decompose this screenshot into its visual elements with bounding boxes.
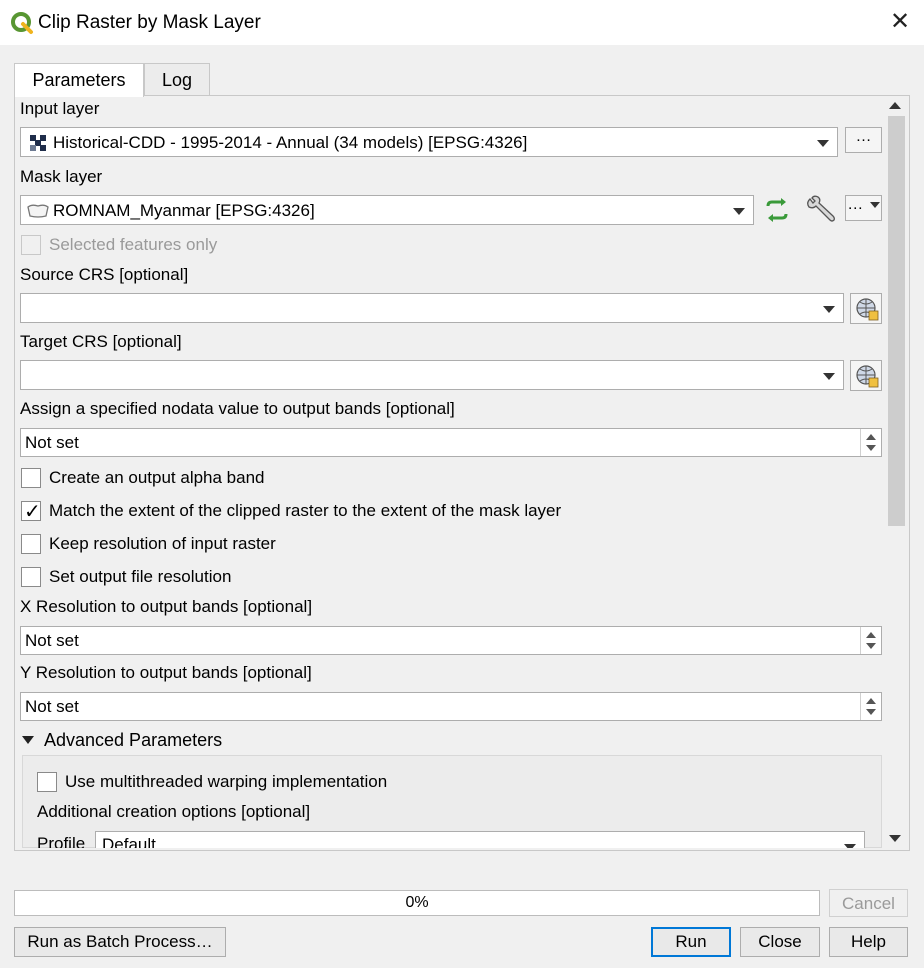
target-crs-label: Target CRS [optional] bbox=[20, 332, 182, 351]
multithread-checkbox[interactable] bbox=[37, 772, 57, 792]
progress-text: 0% bbox=[405, 894, 429, 911]
tab-log[interactable]: Log bbox=[144, 63, 210, 96]
alpha-band-checkbox[interactable] bbox=[21, 468, 41, 488]
qgis-logo-icon bbox=[10, 11, 34, 35]
target-crs-combo[interactable] bbox=[20, 360, 844, 390]
help-button[interactable]: Help bbox=[829, 927, 908, 957]
x-resolution-spinbox[interactable]: Not set bbox=[20, 626, 882, 655]
spin-down-icon bbox=[866, 709, 876, 715]
match-extent-label: Match the extent of the clipped raster t… bbox=[49, 501, 562, 520]
profile-row-clip: Profile Default bbox=[22, 829, 882, 848]
input-layer-label: Input layer bbox=[20, 99, 100, 118]
x-resolution-value: Not set bbox=[25, 631, 79, 650]
chevron-down-icon bbox=[869, 201, 880, 208]
alpha-band-label: Create an output alpha band bbox=[49, 468, 265, 487]
y-resolution-spinbox[interactable]: Not set bbox=[20, 692, 882, 721]
chevron-down-icon bbox=[844, 844, 856, 848]
chevron-down-icon bbox=[817, 140, 829, 147]
nodata-value: Not set bbox=[25, 433, 79, 452]
chevron-down-icon bbox=[823, 373, 835, 380]
close-button[interactable]: Close bbox=[740, 927, 820, 957]
chevron-down-icon bbox=[733, 208, 745, 215]
set-resolution-label: Set output file resolution bbox=[49, 567, 232, 586]
title-bar: Clip Raster by Mask Layer ✕ bbox=[0, 0, 924, 45]
wrench-icon[interactable] bbox=[804, 195, 836, 225]
nodata-spinbox[interactable]: Not set bbox=[20, 428, 882, 457]
keep-resolution-checkbox[interactable] bbox=[21, 534, 41, 554]
set-resolution-checkbox[interactable] bbox=[21, 567, 41, 587]
advanced-parameters-header[interactable]: Advanced Parameters bbox=[44, 730, 222, 751]
input-layer-browse-button[interactable]: … bbox=[845, 127, 882, 153]
multithread-label: Use multithreaded warping implementation bbox=[65, 772, 388, 791]
tab-parameters[interactable]: Parameters bbox=[14, 63, 144, 97]
scroll-up-icon[interactable] bbox=[889, 102, 901, 109]
run-button[interactable]: Run bbox=[651, 927, 731, 957]
mask-layer-combo[interactable]: ROMNAM_Myanmar [EPSG:4326] bbox=[20, 195, 754, 225]
y-resolution-value: Not set bbox=[25, 697, 79, 716]
source-crs-combo[interactable] bbox=[20, 293, 844, 323]
spin-up-icon bbox=[866, 434, 876, 440]
source-crs-select-button[interactable] bbox=[850, 293, 882, 324]
spin-down-icon bbox=[866, 445, 876, 451]
selected-features-label: Selected features only bbox=[49, 235, 218, 254]
spin-up-icon bbox=[866, 698, 876, 704]
close-icon[interactable]: ✕ bbox=[886, 8, 914, 36]
spin-buttons[interactable] bbox=[860, 627, 881, 654]
crs-globe-icon bbox=[856, 365, 879, 388]
spin-buttons[interactable] bbox=[860, 693, 881, 720]
collapse-triangle-icon[interactable] bbox=[22, 736, 34, 744]
profile-value: Default bbox=[102, 835, 156, 848]
keep-resolution-label: Keep resolution of input raster bbox=[49, 534, 276, 553]
scroll-down-icon[interactable] bbox=[889, 835, 901, 842]
input-layer-value: Historical-CDD - 1995-2014 - Annual (34 … bbox=[53, 133, 528, 152]
creation-options-label: Additional creation options [optional] bbox=[37, 802, 311, 821]
mask-layer-browse-button[interactable]: … bbox=[845, 195, 882, 221]
spin-down-icon bbox=[866, 643, 876, 649]
target-crs-select-button[interactable] bbox=[850, 360, 882, 391]
browse-label: … bbox=[847, 196, 864, 213]
match-extent-checkbox[interactable]: ✓ bbox=[21, 501, 41, 523]
selected-features-checkbox[interactable] bbox=[21, 235, 41, 255]
x-resolution-label: X Resolution to output bands [optional] bbox=[20, 597, 313, 616]
y-resolution-label: Y Resolution to output bands [optional] bbox=[20, 663, 312, 682]
progress-bar: 0% bbox=[14, 890, 820, 916]
crs-globe-icon bbox=[856, 298, 879, 321]
iterate-features-icon[interactable] bbox=[762, 196, 792, 224]
profile-combo[interactable]: Default bbox=[95, 831, 865, 848]
spin-buttons[interactable] bbox=[860, 429, 881, 456]
polygon-layer-icon bbox=[26, 202, 50, 220]
mask-layer-value: ROMNAM_Myanmar [EPSG:4326] bbox=[53, 201, 315, 220]
spin-up-icon bbox=[866, 632, 876, 638]
chevron-down-icon bbox=[823, 306, 835, 313]
vertical-scrollbar[interactable] bbox=[886, 96, 907, 848]
input-layer-combo[interactable]: Historical-CDD - 1995-2014 - Annual (34 … bbox=[20, 127, 838, 157]
scrollbar-thumb[interactable] bbox=[888, 116, 905, 526]
source-crs-label: Source CRS [optional] bbox=[20, 265, 189, 284]
raster-layer-icon bbox=[30, 135, 46, 151]
profile-label: Profile bbox=[37, 834, 86, 848]
mask-layer-label: Mask layer bbox=[20, 167, 103, 186]
run-as-batch-button[interactable]: Run as Batch Process… bbox=[14, 927, 226, 957]
checkmark-icon: ✓ bbox=[24, 501, 41, 523]
cancel-button[interactable]: Cancel bbox=[829, 889, 908, 917]
nodata-label: Assign a specified nodata value to outpu… bbox=[20, 399, 455, 418]
window-title: Clip Raster by Mask Layer bbox=[38, 12, 261, 33]
